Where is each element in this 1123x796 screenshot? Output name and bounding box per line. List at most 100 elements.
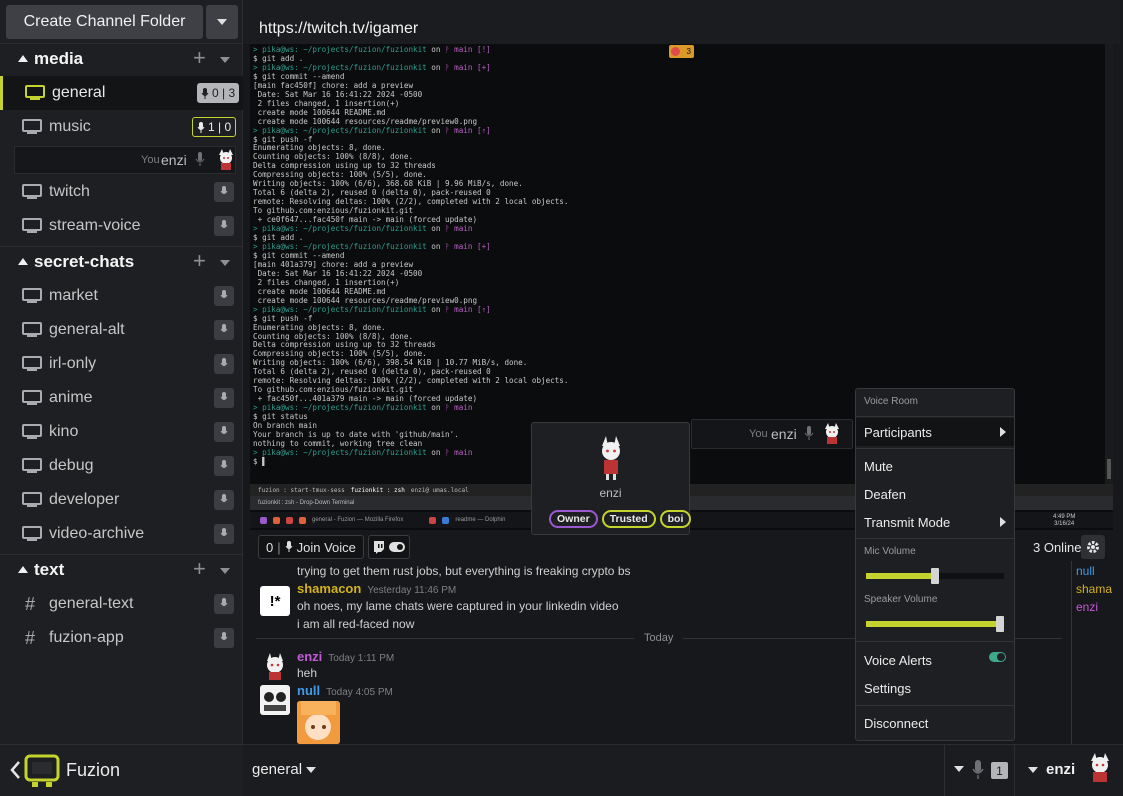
- group-media[interactable]: media +: [0, 43, 243, 73]
- avatar[interactable]: !*: [260, 586, 290, 616]
- image-attachment[interactable]: [297, 701, 340, 744]
- avatar[interactable]: [260, 651, 290, 681]
- channel-stream-voice[interactable]: stream-voice: [0, 209, 243, 243]
- join-voice-button[interactable]: 0 | Join Voice: [258, 535, 364, 559]
- group-text[interactable]: text +: [0, 554, 243, 584]
- message-text: heh: [297, 666, 318, 680]
- monitor-icon: [22, 458, 42, 473]
- mic-volume-slider[interactable]: [866, 568, 1004, 584]
- app-icon: [273, 516, 280, 524]
- member-item[interactable]: shamacon: [1076, 582, 1112, 596]
- message-author[interactable]: null Today 4:05 PM: [297, 683, 393, 698]
- channel-kino[interactable]: kino: [0, 415, 243, 449]
- participant-row[interactable]: You enzi: [691, 419, 853, 449]
- message-author[interactable]: shamacon Yesterday 11:46 PM: [297, 581, 456, 596]
- mic-icon: [220, 186, 228, 194]
- mic-button[interactable]: [214, 628, 234, 648]
- terminal-line: > pika@ws: ~/projects/fuzion/fuzionkit o…: [253, 125, 491, 135]
- menu-item-settings[interactable]: Settings: [856, 674, 1014, 702]
- chevron-down-icon[interactable]: [220, 260, 230, 266]
- menu-item-voice-alerts[interactable]: Voice Alerts: [856, 646, 1014, 674]
- slider-handle[interactable]: [996, 616, 1004, 632]
- avatar[interactable]: [1087, 753, 1113, 783]
- voice-count-badge: 1 | 0: [192, 117, 237, 137]
- member-item[interactable]: null: [1076, 564, 1095, 578]
- badge-text: 0 | 3: [212, 86, 236, 100]
- toggle-icon: [388, 542, 405, 552]
- clock-date: 3/16/24: [1054, 521, 1075, 527]
- role-badge: Owner: [549, 510, 598, 528]
- mic-button[interactable]: [214, 354, 234, 374]
- channel-video-archive[interactable]: video-archive: [0, 517, 243, 551]
- message-author[interactable]: enzi Today 1:11 PM: [297, 649, 394, 664]
- mic-button[interactable]: [214, 320, 234, 340]
- app-icon: [429, 516, 437, 524]
- channel-debug[interactable]: debug: [0, 449, 243, 483]
- message-time: Yesterday 11:46 PM: [367, 585, 457, 596]
- chevron-down-icon[interactable]: [954, 766, 964, 772]
- create-channel-folder-button[interactable]: Create Channel Folder: [6, 5, 203, 39]
- mic-icon: [220, 426, 228, 434]
- chevron-down-icon[interactable]: [220, 568, 230, 574]
- mic-button[interactable]: [214, 216, 234, 236]
- mic-icon[interactable]: [972, 760, 984, 780]
- menu-item-participants[interactable]: Participants: [856, 418, 1014, 446]
- menu-item-transmit-mode[interactable]: Transmit Mode: [856, 508, 1014, 536]
- channel-general[interactable]: general 0 | 3: [0, 76, 243, 110]
- channel-anime[interactable]: anime: [0, 381, 243, 415]
- channel-general-text[interactable]: # general-text: [0, 587, 243, 621]
- stream-url[interactable]: https://twitch.tv/igamer: [259, 20, 418, 38]
- chevron-right-icon: [1000, 517, 1006, 527]
- monitor-icon: [22, 218, 42, 233]
- channel-twitch[interactable]: twitch: [0, 175, 243, 209]
- channel-select[interactable]: general: [252, 761, 317, 778]
- add-channel-icon[interactable]: +: [193, 558, 206, 580]
- participant-name: enzi: [161, 152, 187, 168]
- channel-market[interactable]: market: [0, 279, 243, 313]
- chevron-down-icon[interactable]: [220, 57, 230, 63]
- voice-alerts-toggle[interactable]: [989, 652, 1006, 662]
- monitor-icon: [22, 390, 42, 405]
- avatar[interactable]: [260, 685, 290, 715]
- mic-button[interactable]: [214, 456, 234, 476]
- folder-dropdown-button[interactable]: [206, 5, 238, 39]
- channel-developer[interactable]: developer: [0, 483, 243, 517]
- channel-name: general-alt: [49, 321, 125, 338]
- twitch-toggle-button[interactable]: [367, 535, 410, 559]
- channel-music[interactable]: music 1 | 0: [0, 110, 243, 144]
- slider-handle[interactable]: [931, 568, 939, 584]
- mic-button[interactable]: [214, 182, 234, 202]
- mic-button[interactable]: [214, 594, 234, 614]
- mic-button[interactable]: [214, 524, 234, 544]
- mic-button[interactable]: [214, 422, 234, 442]
- add-channel-icon[interactable]: +: [193, 47, 206, 69]
- clock-time: 4:49 PM: [1053, 514, 1076, 520]
- menu-item-disconnect[interactable]: Disconnect: [856, 709, 1014, 737]
- chevron-left-icon[interactable]: [9, 760, 21, 780]
- chat-settings-button[interactable]: [1081, 535, 1105, 559]
- mic-icon: [285, 541, 293, 552]
- speaker-volume-slider[interactable]: [866, 616, 1004, 632]
- channel-fuzion-app[interactable]: # fuzion-app: [0, 621, 243, 655]
- mic-button[interactable]: [214, 490, 234, 510]
- mic-button[interactable]: [214, 388, 234, 408]
- add-channel-icon[interactable]: +: [193, 250, 206, 272]
- member-item[interactable]: enzi: [1076, 600, 1098, 614]
- menu-item-mute[interactable]: Mute: [856, 452, 1014, 480]
- mic-icon: [220, 220, 228, 228]
- mic-icon: [220, 528, 228, 536]
- user-menu[interactable]: enzi: [1028, 761, 1075, 778]
- channel-general-alt[interactable]: general-alt: [0, 313, 243, 347]
- author-name: null: [297, 683, 321, 698]
- group-secret-chats[interactable]: secret-chats +: [0, 246, 243, 276]
- channel-irl-only[interactable]: irl-only: [0, 347, 243, 381]
- mic-button[interactable]: [214, 286, 234, 306]
- slider-fill: [866, 621, 1004, 627]
- terminal-line: > pika@ws: ~/projects/fuzion/fuzionkit o…: [253, 241, 491, 251]
- voice-participant-row[interactable]: You enzi: [14, 146, 236, 174]
- channel-name: kino: [49, 423, 79, 440]
- menu-item-deafen[interactable]: Deafen: [856, 480, 1014, 508]
- mic-icon: [220, 290, 228, 298]
- voice-controls: 1: [944, 745, 1015, 796]
- voice-count-badge: 0 | 3: [197, 83, 240, 103]
